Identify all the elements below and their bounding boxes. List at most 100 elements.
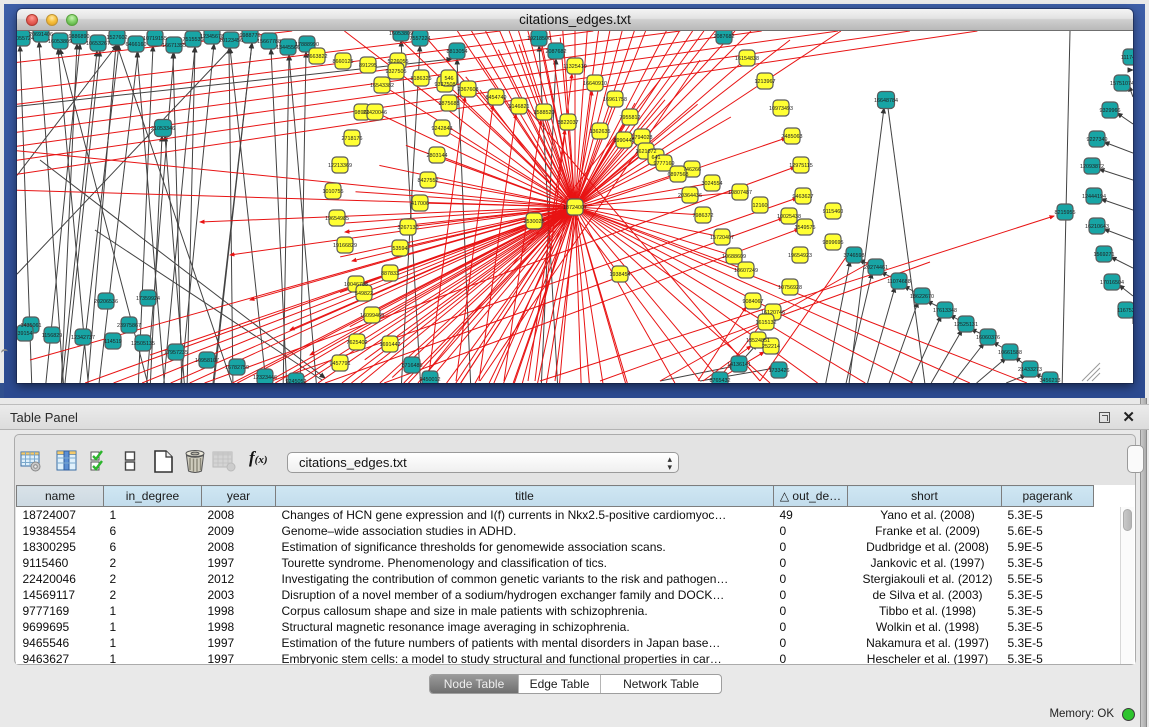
svg-text:6794028: 6794028 <box>632 135 653 141</box>
svg-text:9329966: 9329966 <box>1100 108 1121 114</box>
svg-text:7986372: 7986372 <box>693 213 714 219</box>
svg-text:7557224: 7557224 <box>410 36 431 42</box>
svg-text:8813054: 8813054 <box>447 49 468 55</box>
svg-text:10756928: 10756928 <box>778 285 802 291</box>
svg-text:2087682: 2087682 <box>546 49 567 55</box>
svg-text:9886890: 9886890 <box>69 34 90 40</box>
svg-text:16099469: 16099469 <box>360 313 384 319</box>
svg-text:3024554: 3024554 <box>702 181 723 187</box>
svg-text:3267130: 3267130 <box>398 225 419 231</box>
svg-text:8427552: 8427552 <box>418 178 439 184</box>
svg-text:8186325: 8186325 <box>411 76 432 82</box>
svg-text:12444194: 12444194 <box>1082 194 1106 200</box>
svg-text:15720407: 15720407 <box>710 235 734 241</box>
svg-text:1938454: 1938454 <box>610 272 631 278</box>
svg-text:19166829: 19166829 <box>333 243 357 249</box>
svg-text:10807487: 10807487 <box>728 190 752 196</box>
svg-text:16120746: 16120746 <box>761 310 785 316</box>
svg-text:2367608: 2367608 <box>458 87 479 93</box>
svg-text:1615132: 1615132 <box>756 320 777 326</box>
svg-text:2718176: 2718176 <box>342 136 363 142</box>
svg-text:9463627: 9463627 <box>793 194 814 200</box>
svg-text:9777169: 9777169 <box>654 161 675 167</box>
svg-text:1691447: 1691447 <box>380 342 401 348</box>
svg-text:21053346: 21053346 <box>151 126 175 132</box>
svg-text:12323446: 12323446 <box>253 375 277 381</box>
svg-text:17359924: 17359924 <box>136 296 160 302</box>
svg-text:9084067: 9084067 <box>743 299 764 305</box>
svg-text:6466160: 6466160 <box>126 42 147 48</box>
svg-text:1362635: 1362635 <box>590 129 611 135</box>
svg-text:8765432: 8765432 <box>710 378 731 383</box>
svg-text:20364436: 20364436 <box>678 193 702 199</box>
svg-text:9457791: 9457791 <box>330 361 351 367</box>
svg-text:14136141: 14136141 <box>727 362 751 368</box>
svg-text:21433273: 21433273 <box>1018 367 1042 373</box>
svg-text:7485063: 7485063 <box>782 134 803 140</box>
svg-text:16154838: 16154838 <box>735 56 759 62</box>
svg-text:8454749: 8454749 <box>486 95 507 101</box>
svg-text:5226055: 5226055 <box>388 59 409 65</box>
svg-text:10973493: 10973493 <box>769 106 793 112</box>
svg-text:2087682: 2087682 <box>714 34 735 40</box>
svg-text:1588520: 1588520 <box>534 110 555 116</box>
svg-text:20691406: 20691406 <box>29 32 53 38</box>
svg-text:19654923: 19654923 <box>788 253 812 259</box>
svg-text:16543382: 16543382 <box>370 83 394 89</box>
svg-text:16648784: 16648784 <box>874 98 898 104</box>
svg-text:1435061: 1435061 <box>21 323 42 329</box>
svg-text:116753: 116753 <box>1117 308 1133 314</box>
svg-text:1569271: 1569271 <box>1094 252 1115 258</box>
svg-text:11074688: 11074688 <box>887 279 911 285</box>
svg-text:8660125: 8660125 <box>333 59 354 65</box>
svg-text:1733426: 1733426 <box>769 368 790 374</box>
svg-text:8822037: 8822037 <box>558 120 579 126</box>
svg-text:7955812: 7955812 <box>620 115 641 121</box>
svg-text:10719155: 10719155 <box>143 36 167 42</box>
svg-text:7663822: 7663822 <box>307 54 328 60</box>
svg-text:2803144: 2803144 <box>427 153 448 159</box>
svg-text:9245052: 9245052 <box>286 379 307 383</box>
svg-text:16671355: 16671355 <box>162 43 186 49</box>
svg-text:16060376: 16060376 <box>976 335 1000 341</box>
svg-text:546: 546 <box>445 76 454 82</box>
svg-text:9327505: 9327505 <box>386 69 407 75</box>
svg-text:252214: 252214 <box>762 344 780 350</box>
svg-text:11325419: 11325419 <box>563 64 587 70</box>
svg-text:114519: 114519 <box>104 339 122 345</box>
svg-text:6897568: 6897568 <box>668 172 689 178</box>
svg-text:1527602: 1527602 <box>107 35 128 41</box>
svg-text:10046788: 10046788 <box>344 282 368 288</box>
svg-text:18607249: 18607249 <box>734 268 758 274</box>
svg-text:887833: 887833 <box>381 271 399 277</box>
svg-text:549822: 549822 <box>355 291 373 297</box>
svg-text:10688609: 10688609 <box>722 254 746 260</box>
svg-text:39154: 39154 <box>18 331 33 337</box>
svg-text:1010755: 1010755 <box>323 189 344 195</box>
svg-text:9327508: 9327508 <box>435 82 456 88</box>
svg-text:9146821: 9146821 <box>509 104 530 110</box>
svg-text:9450012: 9450012 <box>420 377 441 383</box>
svg-text:9242843: 9242843 <box>432 126 453 132</box>
svg-text:18724007: 18724007 <box>563 205 587 211</box>
svg-text:1156829: 1156829 <box>42 333 63 339</box>
svg-text:417006: 417006 <box>411 201 429 207</box>
svg-text:19654985: 19654985 <box>325 216 349 222</box>
svg-text:17957235: 17957235 <box>164 350 188 356</box>
svg-text:3875685: 3875685 <box>439 101 460 107</box>
svg-text:10958107: 10958107 <box>195 358 219 364</box>
svg-text:10653267: 10653267 <box>86 41 110 47</box>
svg-text:18622670: 18622670 <box>910 294 934 300</box>
svg-text:12213369: 12213369 <box>328 163 352 169</box>
svg-text:20206536: 20206536 <box>94 299 118 305</box>
svg-text:12160: 12160 <box>753 203 768 209</box>
svg-text:7625402: 7625402 <box>347 340 368 346</box>
svg-text:12525131: 12525131 <box>954 322 978 328</box>
svg-text:1117444: 1117444 <box>1121 55 1133 61</box>
svg-text:9899695: 9899695 <box>823 240 844 246</box>
svg-text:12975115: 12975115 <box>789 163 813 169</box>
svg-text:1213967: 1213967 <box>755 79 776 85</box>
svg-text:12093872: 12093872 <box>1080 164 1104 170</box>
svg-text:15751074: 15751074 <box>1110 81 1133 87</box>
svg-text:12505135: 12505135 <box>131 341 155 347</box>
